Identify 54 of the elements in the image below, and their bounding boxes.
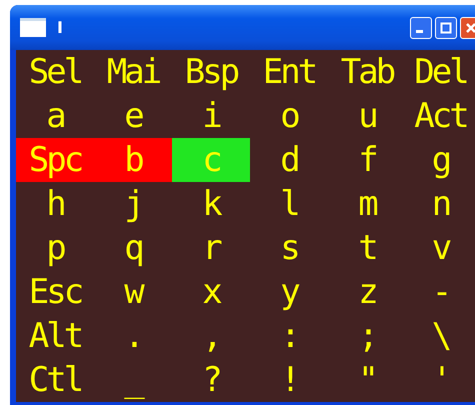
key-cell[interactable]: a [16,94,94,138]
key-cell[interactable]: r [172,226,250,270]
key-cell[interactable]: Sel [16,50,94,94]
key-cell[interactable]: Ent [250,50,328,94]
key-cell[interactable]: m [328,182,406,226]
key-cell[interactable]: . [94,314,172,358]
key-cell[interactable]: Tab [328,50,406,94]
key-cell[interactable]: z [328,270,406,314]
key-cell[interactable]: g [406,138,475,182]
key-cell[interactable]: f [328,138,406,182]
window-title: I [57,18,63,37]
key-cell[interactable]: o [250,94,328,138]
key-cell[interactable]: l [250,182,328,226]
key-cell[interactable]: Act [406,94,475,138]
key-cell[interactable]: , [172,314,250,358]
key-cell[interactable]: ; [328,314,406,358]
key-cell[interactable]: - [406,270,475,314]
key-cell[interactable]: ? [172,358,250,402]
key-cell[interactable]: Bsp [172,50,250,94]
key-cell[interactable]: u [328,94,406,138]
key-cell[interactable]: Del [406,50,475,94]
key-cell[interactable]: x [172,270,250,314]
key-cell[interactable]: Esc [16,270,94,314]
key-cell[interactable]: " [328,358,406,402]
key-cell[interactable]: e [94,94,172,138]
key-cell[interactable]: Ctl [16,358,94,402]
key-cell[interactable]: ! [250,358,328,402]
minimize-button[interactable] [410,16,432,38]
key-cell[interactable]: i [172,94,250,138]
key-cell[interactable]: _ [94,358,172,402]
key-cell[interactable]: h [16,182,94,226]
key-cell[interactable]: n [406,182,475,226]
window-icon [20,18,46,37]
key-cell[interactable]: t [328,226,406,270]
key-cell[interactable]: w [94,270,172,314]
key-cell[interactable]: b [94,138,172,182]
key-cell[interactable]: Mai [94,50,172,94]
key-cell[interactable]: q [94,226,172,270]
key-cell[interactable]: d [250,138,328,182]
key-cell[interactable]: \ [406,314,475,358]
key-cell[interactable]: y [250,270,328,314]
key-cell[interactable]: : [250,314,328,358]
key-cell[interactable]: k [172,182,250,226]
key-cell[interactable]: Spc [16,138,94,182]
key-cell[interactable]: v [406,226,475,270]
key-cell[interactable]: ' [406,358,475,402]
key-cell[interactable]: s [250,226,328,270]
key-cell[interactable]: j [94,182,172,226]
close-icon [465,22,475,34]
minimize-icon [416,30,423,33]
maximize-icon [440,22,452,34]
key-cell[interactable]: Alt [16,314,94,358]
key-cell[interactable]: p [16,226,94,270]
maximize-button[interactable] [435,16,457,38]
